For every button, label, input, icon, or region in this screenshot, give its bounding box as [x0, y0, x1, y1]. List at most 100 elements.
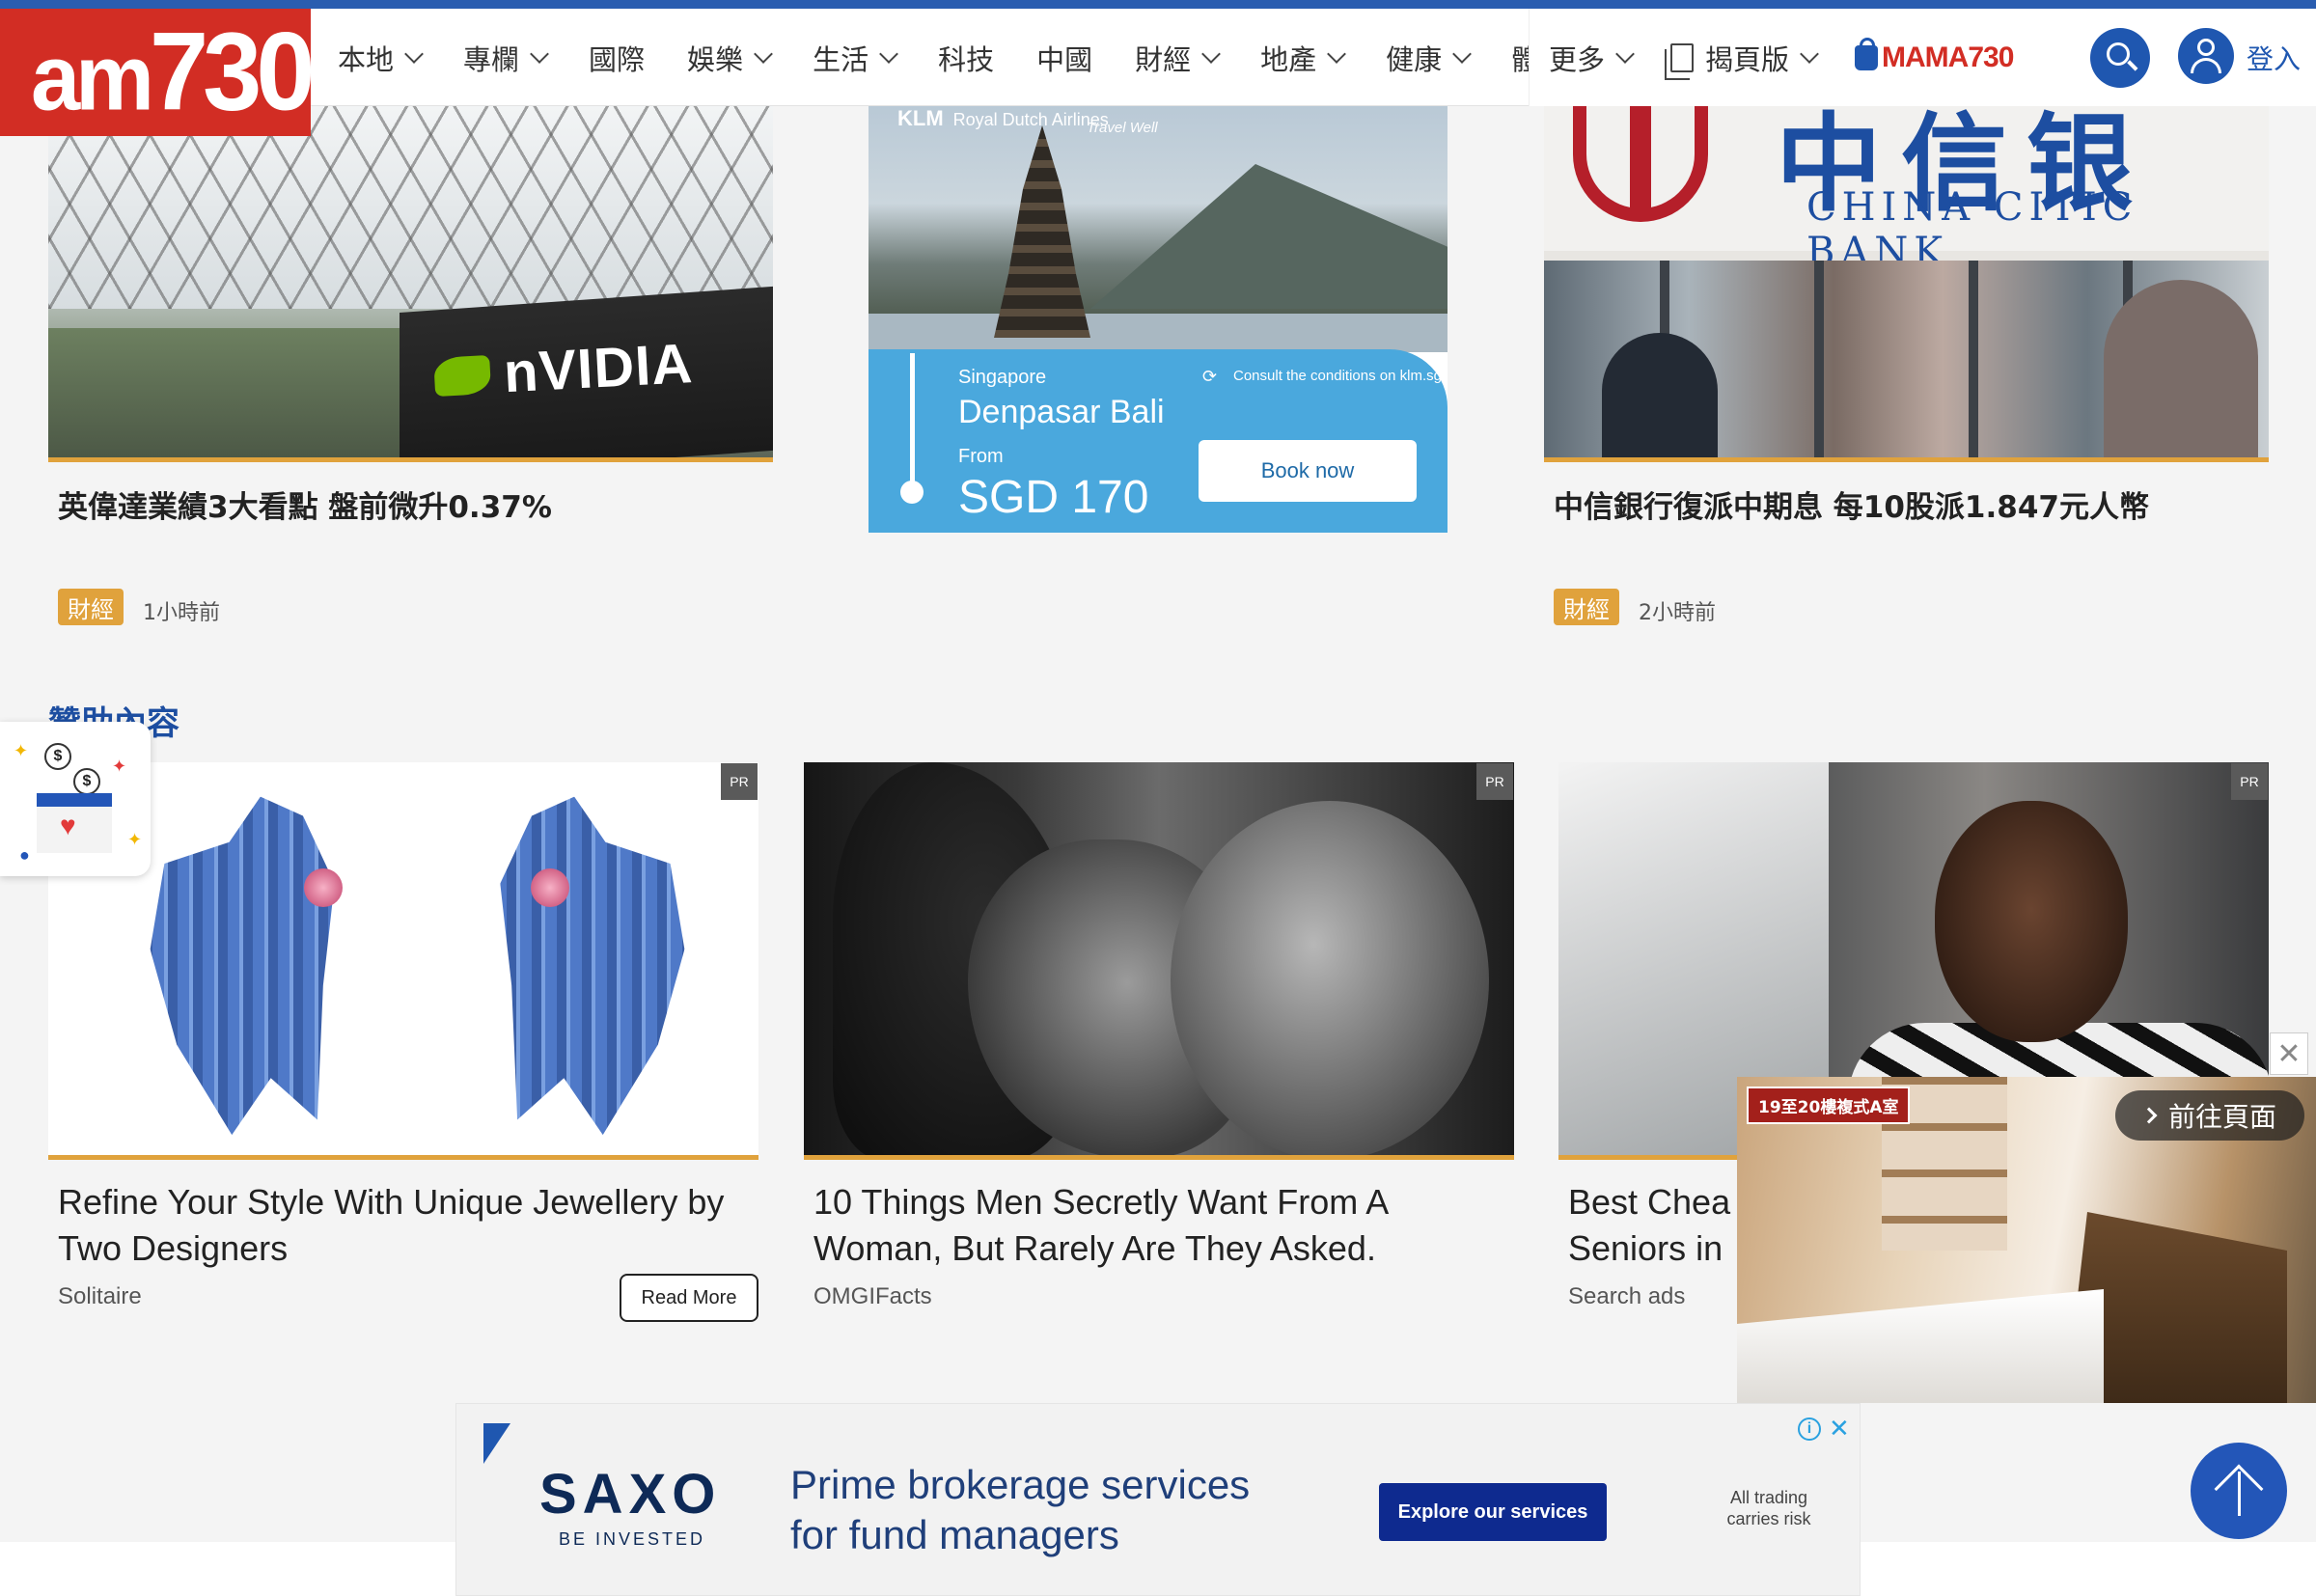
- nav-finance[interactable]: 財經: [1135, 38, 1222, 78]
- saxo-headline-line: Prime brokerage services: [790, 1462, 1251, 1507]
- nav-lifestyle[interactable]: 生活: [813, 38, 898, 78]
- article-time: 2小時前: [1639, 601, 1716, 625]
- sponsored-image-couple[interactable]: [804, 762, 1514, 1160]
- category-tag[interactable]: 財經: [1554, 589, 1619, 625]
- klm-book-now-button[interactable]: Book now: [1199, 440, 1417, 502]
- article-image-citic[interactable]: 中信银行 CHINA CITIC BANK: [1544, 106, 2269, 462]
- bed: [1737, 1289, 2104, 1403]
- main-nav: 本地 專欄 國際 娛樂 生活 科技 中國 財經 地產 健康 體: [338, 9, 1582, 106]
- klm-origin: Singapore: [958, 367, 1047, 388]
- earring-right: [460, 786, 707, 1143]
- chevron-down-icon: [754, 43, 773, 64]
- sponsored-title-line: Best Chea: [1568, 1182, 1731, 1222]
- klm-ad[interactable]: KLM Royal Dutch Airlines Travel Well Sing…: [868, 106, 1448, 533]
- article-image-nvidia[interactable]: nVIDIA: [48, 106, 773, 462]
- chevron-down-icon: [404, 43, 424, 64]
- klm-conditions-text: Consult the conditions on klm.sg: [1233, 368, 1442, 384]
- nav-international[interactable]: 國際: [589, 38, 645, 78]
- nav-label: 財經: [1135, 42, 1192, 76]
- back-to-top-button[interactable]: [2191, 1443, 2287, 1539]
- pr-badge: PR: [1476, 763, 1513, 800]
- pedestrian: [2104, 280, 2258, 462]
- nav-china[interactable]: 中國: [1036, 38, 1092, 78]
- saxo-corner-mark: [483, 1423, 510, 1464]
- login-link[interactable]: 登入: [2247, 39, 2301, 77]
- search-icon-handle: [2127, 60, 2138, 71]
- top-accent-stripe: [0, 0, 2316, 9]
- klm-destination: Denpasar Bali: [958, 394, 1165, 430]
- saxo-tagline: BE INVESTED: [559, 1529, 706, 1549]
- sponsored-title[interactable]: 10 Things Men Secretly Want From A Woman…: [813, 1179, 1489, 1272]
- nav-health[interactable]: 健康: [1386, 38, 1473, 78]
- nav-more[interactable]: 更多: [1549, 38, 1635, 78]
- ad-close-icon[interactable]: ✕: [1829, 1414, 1850, 1444]
- logo-text: am730: [31, 11, 311, 136]
- klm-brand-sub: Royal Dutch Airlines: [952, 110, 1109, 129]
- nvidia-eye-icon: [433, 354, 492, 397]
- explore-services-button[interactable]: Explore our services: [1379, 1483, 1607, 1541]
- article-title-citic[interactable]: 中信銀行復派中期息 每10股派1.847元人幣: [1554, 482, 2149, 526]
- video-goto-label: 前往頁面: [2167, 1101, 2276, 1133]
- article-title-nvidia[interactable]: 英偉達業績3大看點 盤前微升0.37%: [58, 482, 552, 526]
- nvidia-logo: nVIDIA: [432, 331, 695, 409]
- nav-column[interactable]: 專欄: [463, 38, 549, 78]
- nav-label: 生活: [813, 42, 869, 76]
- nav-label: 健康: [1386, 42, 1443, 76]
- nav-property[interactable]: 地產: [1260, 38, 1347, 78]
- floating-gift-widget[interactable]: $ $ ♥ ✦ ✦ ● ✦: [0, 722, 151, 876]
- sponsored-source: Search ads: [1568, 1283, 1686, 1309]
- nav-label: 中國: [1036, 42, 1093, 76]
- risk-disclaimer: All trading carries risk: [1726, 1488, 1811, 1528]
- saxo-logo: SAXO: [539, 1463, 722, 1526]
- nav-more-label: 更多: [1549, 42, 1606, 76]
- floating-video-player[interactable]: 19至20樓複式A室 前往頁面: [1737, 1077, 2316, 1403]
- klm-conditions: ⟳ Consult the conditions on klm.sg: [1202, 368, 1446, 385]
- nav-local[interactable]: 本地: [338, 38, 424, 78]
- mountain: [1090, 164, 1448, 309]
- klm-tagline: Travel Well: [1087, 120, 1158, 136]
- klm-brand: KLM Royal Dutch Airlines: [897, 106, 1109, 131]
- mama730-label: MAMA730: [1882, 41, 2014, 73]
- nav-label: 國際: [589, 42, 646, 76]
- chevron-down-icon: [1327, 43, 1347, 64]
- route-line: [910, 353, 915, 488]
- window-frame: [1814, 261, 1824, 462]
- category-tag[interactable]: 財經: [58, 589, 124, 625]
- building-truss: [48, 106, 773, 309]
- gem: [304, 868, 343, 907]
- search-button[interactable]: [2090, 28, 2150, 88]
- sponsored-source: Solitaire: [58, 1283, 142, 1309]
- sparkle-icon: ✦: [127, 830, 143, 849]
- video-goto-page-button[interactable]: 前往頁面: [2115, 1090, 2304, 1141]
- coin-icon: $: [44, 743, 71, 770]
- klm-price: SGD 170: [958, 472, 1149, 523]
- sparkle-icon: ✦: [14, 741, 29, 760]
- face: [1935, 801, 2128, 1042]
- sponsored-image-jewellery[interactable]: [48, 762, 758, 1160]
- user-avatar-button[interactable]: [2178, 28, 2234, 84]
- saxo-headline: Prime brokerage services for fund manager…: [790, 1460, 1250, 1560]
- dot-icon: ●: [19, 845, 30, 865]
- chevron-down-icon: [1800, 43, 1819, 64]
- saxo-headline-line: for fund managers: [790, 1512, 1119, 1557]
- saxo-banner-ad[interactable]: SAXO BE INVESTED Prime brokerage service…: [455, 1403, 1861, 1596]
- chevron-down-icon: [1201, 43, 1222, 64]
- sponsored-title[interactable]: Best Chea Seniors in: [1568, 1179, 1751, 1272]
- sponsored-title[interactable]: Refine Your Style With Unique Jewellery …: [58, 1179, 753, 1272]
- ad-info-icon[interactable]: i: [1798, 1417, 1821, 1441]
- nav-epaper[interactable]: 揭頁版: [1665, 38, 1819, 80]
- article-time: 1小時前: [143, 601, 220, 625]
- window-frame: [1969, 261, 1978, 462]
- site-logo[interactable]: am730: [0, 9, 311, 136]
- read-more-button[interactable]: Read More: [620, 1274, 758, 1322]
- heart-icon: ♥: [60, 811, 76, 840]
- klm-ad-scene: KLM Royal Dutch Airlines Travel Well: [868, 106, 1448, 352]
- chevron-down-icon: [1615, 43, 1635, 64]
- klm-from-label: From: [958, 446, 1004, 467]
- nav-label: 科技: [938, 42, 995, 76]
- nav-tech[interactable]: 科技: [938, 38, 994, 78]
- video-close-button[interactable]: ✕: [2270, 1032, 2308, 1075]
- mama730-link[interactable]: MAMA730: [1855, 37, 2014, 74]
- user-icon: [2197, 39, 2215, 56]
- nav-entertainment[interactable]: 娛樂: [687, 38, 773, 78]
